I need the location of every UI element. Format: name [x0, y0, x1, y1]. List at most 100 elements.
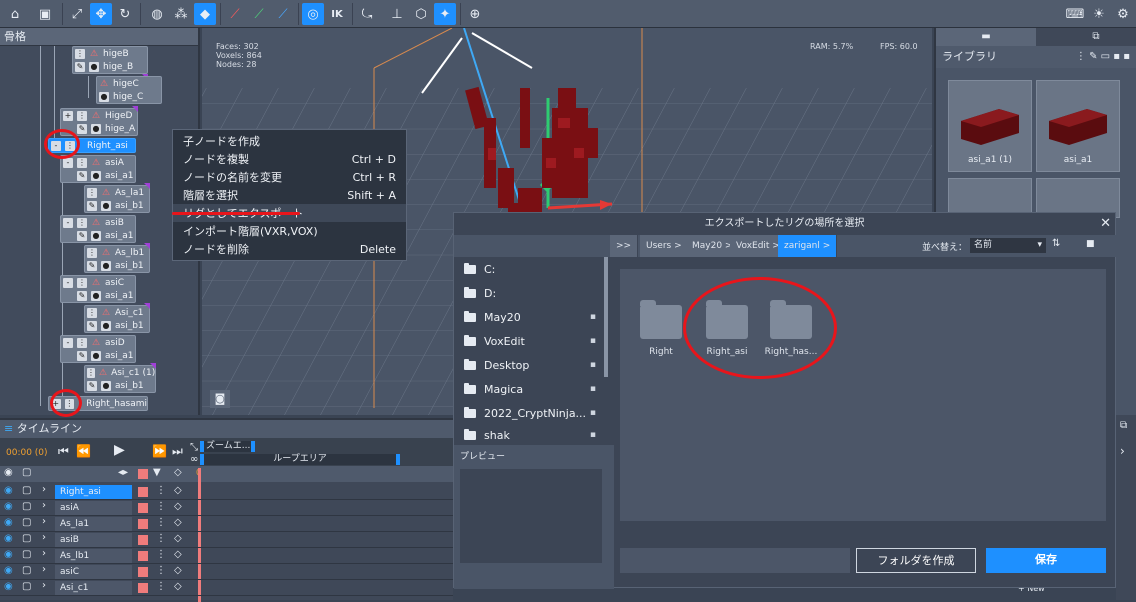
skip-start-icon[interactable]: ⏮ [58, 444, 69, 459]
eye-icon[interactable]: ◉ [4, 467, 13, 478]
menu-duplicate[interactable]: ノードを複製 Ctrl + D [173, 150, 406, 168]
pin-icon: ▪ [589, 336, 596, 346]
menu-create-child[interactable]: 子ノードを作成 [173, 132, 406, 150]
sparkle-icon[interactable]: ✦ [434, 3, 456, 25]
sidebar-scrollbar[interactable] [604, 257, 608, 377]
fit-icon[interactable]: ⤢ [66, 3, 88, 25]
tree-node-higeB[interactable]: ⋮ ⚠ higeB ✎ ● hige_B [72, 46, 148, 74]
breadcrumb-users[interactable]: Users > [640, 235, 689, 257]
step-forward-icon[interactable]: ⏩ [152, 444, 167, 458]
track-row[interactable]: ◉ ▢ › Right_asi ⋮ ◇ [0, 484, 453, 500]
pin-icon: ▪ [589, 312, 596, 322]
lock-icon[interactable]: ▢ [22, 467, 31, 478]
create-folder-button[interactable]: フォルダを作成 [856, 548, 976, 573]
sort-select[interactable]: 名前 ▾ [970, 238, 1046, 253]
sidebar-cryptninja[interactable]: 2022_CryptNinja... ▪ [464, 401, 604, 425]
timeline-title: タイムライン [16, 422, 82, 435]
keyboard-icon[interactable]: ⌨ [1064, 3, 1086, 25]
tree-node-asi-c1[interactable]: ⋮ ⚠ Asi_c1 ✎ ● asi_b1 [84, 305, 150, 333]
filter-icon[interactable]: ▼ [153, 467, 161, 478]
tree-node-asiD[interactable]: - ⋮ ⚠ asiD ✎ ● asi_a1 [60, 335, 136, 363]
world-icon[interactable]: ◎ [302, 3, 324, 25]
sidebar-magica[interactable]: Magica ▪ [464, 377, 604, 401]
gear-icon[interactable]: ⚙ [1112, 3, 1134, 25]
annotation-circle [50, 389, 82, 417]
tree-node-as-lb1[interactable]: ⋮ ⚠ As_lb1 ✎ ● asi_b1 [84, 245, 150, 273]
bolt-icon[interactable]: ⟋ [272, 3, 294, 25]
camera-icon[interactable]: ◙ [210, 390, 230, 408]
zoom-icon[interactable]: ⤡ [190, 442, 198, 453]
sort-order-icon[interactable]: ⇅ [1052, 238, 1060, 249]
sidebar-drive-d[interactable]: D: [464, 281, 604, 305]
timeline-panel: ≡ タイムライン 00:00 (0) ⏮ ⏪ ▶ ⏩ ⏭ ⤡ ∞ ズームエ...… [0, 418, 453, 602]
breadcrumb-zariganl[interactable]: zariganl > [778, 235, 838, 257]
menu-rename[interactable]: ノードの名前を変更 Ctrl + R [173, 168, 406, 186]
loop-area[interactable]: ループエリア [200, 454, 400, 465]
sidebar-drive-c[interactable]: C: [464, 257, 604, 281]
frame-tab-icon[interactable]: ⧉ [1066, 28, 1126, 46]
play-icon[interactable]: ▶ [114, 442, 125, 458]
library-actions-icon[interactable]: ⋮ ✎ ▭ ▪ ▪ [1076, 46, 1130, 68]
move-icon[interactable]: ✥ [90, 3, 112, 25]
menu-select-hierarchy[interactable]: 階層を選択 Shift + A [173, 186, 406, 204]
save-icon[interactable]: ▣ [34, 3, 56, 25]
filename-input[interactable] [620, 548, 850, 573]
track-row[interactable]: ◉ ▢ › As_la1 ⋮ ◇ [0, 516, 453, 532]
home-icon[interactable]: ⌂ [4, 3, 26, 25]
keyframe-nav-icon[interactable]: ◂▸ [118, 467, 128, 478]
view-icon[interactable]: ■ [1086, 239, 1095, 249]
stats-ram: RAM: 5.7% [810, 42, 854, 51]
chevron-right-icon[interactable]: › [1120, 444, 1125, 458]
preview-label: プレビュー [460, 452, 506, 462]
close-icon[interactable]: ✕ [1100, 216, 1111, 231]
export-rig-dialog: エクスポートしたリグの場所を選択 ✕ >> Users > May20 > Vo… [453, 212, 1117, 589]
skeleton-panel: 骨格 ⋮ ⚠ higeB ✎ ● hige_B ⚠ higeC ● hige_C + ⋮ ⚠ Hi… [0, 28, 200, 415]
track-row[interactable]: ◉ ▢ › Asi_c1 ⋮ ◇ [0, 580, 453, 596]
export-icon[interactable]: ⤿ [356, 3, 378, 25]
tree-node-asiC[interactable]: - ⋮ ⚠ asiC ✎ ● asi_a1 [60, 275, 136, 303]
tree-node-asiA[interactable]: - ⋮ ⚠ asiA ✎ ● asi_a1 [60, 155, 136, 183]
sort-label: 並べ替え： [922, 243, 968, 253]
sidebar-shak[interactable]: shak ▪ [464, 425, 604, 445]
sidebar-desktop[interactable]: Desktop ▪ [464, 353, 604, 377]
folder-icon[interactable] [640, 300, 682, 339]
cube-outline-icon[interactable]: ⬡ [410, 3, 432, 25]
loop-icon[interactable]: ∞ [190, 454, 198, 465]
track-row[interactable]: ◉ ▢ › As_lb1 ⋮ ◇ [0, 548, 453, 564]
menu-import-hierarchy[interactable]: インポート階層(VXR,VOX) [173, 222, 406, 240]
tree-node-asiB[interactable]: - ⋮ ⚠ asiB ✎ ● asi_a1 [60, 215, 136, 243]
rotate-icon[interactable]: ↻ [114, 3, 136, 25]
folder-tab-icon[interactable]: ▬ [936, 28, 1036, 46]
chain-icon[interactable]: ⟋ [248, 3, 270, 25]
diamond-icon[interactable]: ◇ [174, 467, 182, 478]
tree-node-as-la1[interactable]: ⋮ ⚠ As_la1 ✎ ● asi_b1 [84, 185, 150, 213]
hierarchy-icon[interactable]: ⊥ [386, 3, 408, 25]
menu-delete-node[interactable]: ノードを削除 Delete [173, 240, 406, 258]
library-item[interactable]: asi_a1 [1036, 80, 1120, 172]
breadcrumb-more[interactable]: >> [610, 235, 639, 257]
cube-icon[interactable]: ◆ [194, 3, 216, 25]
track-row[interactable]: ◉ ▢ › asiC ⋮ ◇ [0, 564, 453, 580]
ik-button[interactable]: IK [326, 3, 348, 25]
link-icon[interactable]: ⟋ [224, 3, 246, 25]
globe-icon[interactable]: ◍ [146, 3, 168, 25]
step-back-icon[interactable]: ⏪ [76, 444, 91, 458]
main-toolbar: ⌂ ▣ ⤢ ✥ ↻ ◍ ⁂ ◆ ⟋ ⟋ ⟋ ◎ IK ⤿ ⊥ ⬡ ✦ ⊕ ⌨ ☀… [0, 0, 1136, 28]
skip-end-icon[interactable]: ⏭ [172, 444, 183, 459]
save-button[interactable]: 保存 [986, 548, 1106, 573]
dialog-title: エクスポートしたリグの場所を選択 [704, 218, 865, 229]
tree-node-higeC[interactable]: ⚠ higeC ● hige_C [96, 76, 162, 104]
folder-right[interactable]: Right [626, 347, 696, 357]
bulb-icon[interactable]: ☀ [1088, 3, 1110, 25]
track-row[interactable]: ◉ ▢ › asiA ⋮ ◇ [0, 500, 453, 516]
zoom-area[interactable]: ズームエ... [200, 441, 255, 452]
track-row[interactable]: ◉ ▢ › asiB ⋮ ◇ [0, 532, 453, 548]
target-icon[interactable]: ⊕ [464, 3, 486, 25]
sidebar-voxedit[interactable]: VoxEdit ▪ [464, 329, 604, 353]
sidebar-may20[interactable]: May20 ▪ [464, 305, 604, 329]
window-icon[interactable]: ⧉ [1120, 420, 1127, 431]
tree-node-asi-c1-copy[interactable]: ⋮ ⚠ Asi_c1 (1) ✎ ● asi_b1 [84, 365, 156, 393]
library-item[interactable]: asi_a1 (1) [948, 80, 1032, 172]
stats-nodes: Nodes: 28 [216, 60, 257, 69]
nodes-icon[interactable]: ⁂ [170, 3, 192, 25]
